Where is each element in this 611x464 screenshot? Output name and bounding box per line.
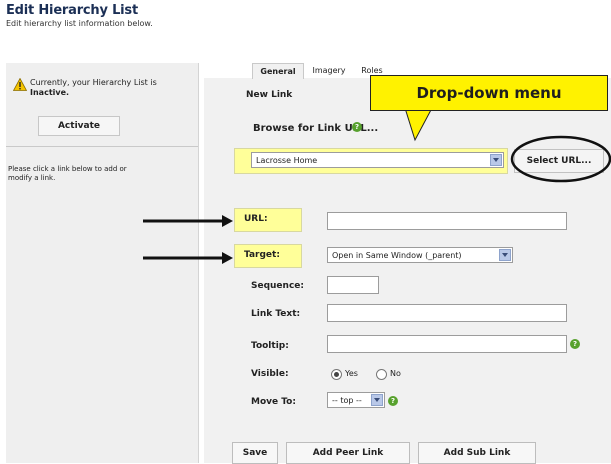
callout-text: Drop-down menu (416, 84, 562, 102)
callout-box: Drop-down menu (370, 75, 608, 111)
arrow-head-target (222, 252, 233, 264)
annotation-overlay (143, 107, 611, 264)
arrow-head-url (222, 215, 233, 227)
callout-pointer (404, 107, 433, 142)
highlight-circle (510, 135, 611, 183)
